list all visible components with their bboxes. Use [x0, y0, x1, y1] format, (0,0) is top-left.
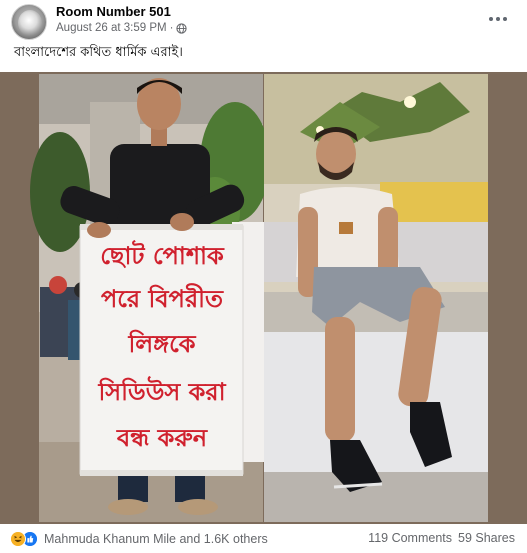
shares-count[interactable]: 59 Shares [458, 531, 515, 545]
sign-line-1: ছোট পোশাক [100, 240, 225, 270]
sign-line-5: বন্ধ করুন [116, 424, 209, 452]
meta-separator: · [169, 22, 174, 34]
more-horizontal-icon[interactable] [485, 8, 511, 30]
author-name[interactable]: Room Number 501 [56, 4, 171, 19]
globe-icon[interactable] [176, 22, 188, 34]
reactors-text[interactable]: Mahmuda Khanum Mile and 1.6K others [44, 532, 268, 546]
sign-line-4: সিডিউস করা [97, 376, 226, 406]
post-date[interactable]: August 26 at 3:59 PM [56, 22, 167, 34]
post-caption: বাংলাদেশের কথিত ধার্মিক এরাই। [14, 45, 183, 60]
sign-line-2: পরে বিপরীত [101, 283, 224, 313]
right-photo [264, 74, 488, 522]
post-footer: Mahmuda Khanum Mile and 1.6K others 119 … [0, 524, 527, 553]
post-meta: August 26 at 3:59 PM · [56, 22, 188, 34]
reactions-summary[interactable]: Mahmuda Khanum Mile and 1.6K others [10, 531, 268, 547]
post-photo[interactable]: ছোট পোশাক পরে বিপরীত লিঙ্গকে সিডিউস করা … [0, 72, 527, 524]
author-avatar[interactable] [11, 4, 47, 40]
engagement-counts: 119 Comments 59 Shares [368, 531, 515, 545]
left-photo: ছোট পোশাক পরে বিপরীত লিঙ্গকে সিডিউস করা … [30, 74, 270, 522]
sign-line-3: লিঙ্গকে [127, 329, 196, 358]
comments-count[interactable]: 119 Comments [368, 531, 452, 545]
post-header: Room Number 501 August 26 at 3:59 PM · [0, 0, 527, 40]
haha-icon[interactable] [10, 531, 26, 547]
